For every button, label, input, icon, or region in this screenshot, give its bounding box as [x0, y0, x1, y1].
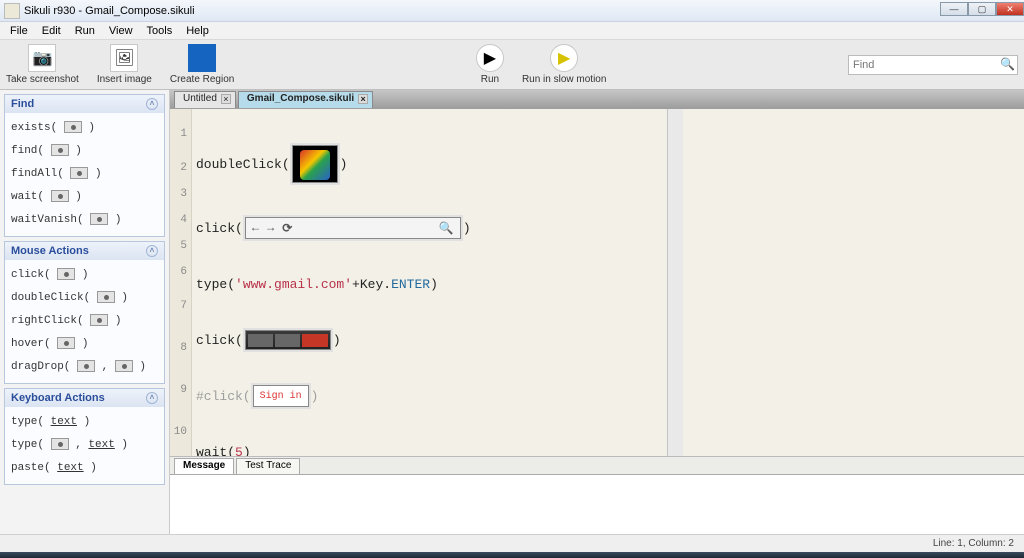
fn-waitvanish[interactable]: waitVanish( ) [11, 209, 158, 232]
app-icon [4, 3, 20, 19]
run-button[interactable]: ▶ Run [476, 44, 504, 85]
fn-type-img[interactable]: type( , text ) [11, 434, 158, 457]
pattern-thumb[interactable] [245, 330, 331, 350]
cursor-position: Line: 1, Column: 2 [933, 538, 1014, 549]
search-icon[interactable]: 🔍 [1000, 57, 1015, 71]
image-icon: 🖼 [110, 44, 138, 72]
fn-rightclick[interactable]: rightClick( ) [11, 310, 158, 333]
fn-wait[interactable]: wait( ) [11, 186, 158, 209]
panel-keyboard-title: Keyboard Actions [11, 392, 105, 404]
fn-dragdrop[interactable]: dragDrop( , ) [11, 356, 158, 379]
play-icon: ▶ [476, 44, 504, 72]
maximize-button[interactable]: ▢ [968, 2, 996, 16]
menu-tools[interactable]: Tools [141, 24, 179, 38]
panel-find: Find ˄ exists( ) find( ) findAll( ) wait(… [4, 94, 165, 237]
menu-help[interactable]: Help [180, 24, 215, 38]
panel-keyboard: Keyboard Actions ˄ type( text ) type( , t… [4, 388, 165, 485]
minimize-button[interactable]: — [940, 2, 968, 16]
menu-view[interactable]: View [103, 24, 139, 38]
take-screenshot-label: Take screenshot [6, 74, 79, 85]
fn-doubleclick[interactable]: doubleClick( ) [11, 287, 158, 310]
panel-find-title: Find [11, 98, 34, 110]
camera-icon [70, 167, 88, 179]
fn-paste[interactable]: paste( text ) [11, 457, 158, 480]
camera-icon: 📷 [28, 44, 56, 72]
fn-type[interactable]: type( text ) [11, 411, 158, 434]
menu-edit[interactable]: Edit [36, 24, 67, 38]
vertical-scrollbar[interactable] [667, 109, 683, 456]
fn-click[interactable]: click( ) [11, 264, 158, 287]
message-panel [170, 474, 1024, 534]
collapse-icon[interactable]: ˄ [146, 245, 158, 257]
code-editor[interactable]: 1 2 3 4 5 6 7 8 9 10 11 doubleClick() cl… [170, 108, 1024, 456]
camera-icon [90, 213, 108, 225]
create-region-label: Create Region [170, 74, 234, 85]
window-titlebar: Sikuli r930 - Gmail_Compose.sikuli — ▢ ✕ [0, 0, 1024, 22]
fn-exists[interactable]: exists( ) [11, 117, 158, 140]
os-taskbar [0, 552, 1024, 558]
menu-file[interactable]: File [4, 24, 34, 38]
close-button[interactable]: ✕ [996, 2, 1024, 16]
tab-gmail-compose[interactable]: Gmail_Compose.sikuli× [238, 91, 373, 108]
take-screenshot-button[interactable]: 📷 Take screenshot [6, 44, 79, 85]
close-icon[interactable]: × [221, 94, 231, 104]
region-icon [188, 44, 216, 72]
window-title: Sikuli r930 - Gmail_Compose.sikuli [24, 5, 195, 17]
fn-hover[interactable]: hover( ) [11, 333, 158, 356]
pattern-thumb[interactable] [292, 145, 338, 183]
pattern-thumb[interactable]: ←→⟳🔍 [245, 217, 461, 239]
menu-run[interactable]: Run [69, 24, 101, 38]
tabstrip: Untitled× Gmail_Compose.sikuli× [170, 90, 1024, 108]
pattern-thumb[interactable]: Sign in [253, 385, 309, 407]
search-input[interactable] [848, 55, 1018, 75]
fn-findall[interactable]: findAll( ) [11, 163, 158, 186]
run-label: Run [481, 74, 499, 85]
menubar: File Edit Run View Tools Help [0, 22, 1024, 40]
tab-untitled[interactable]: Untitled× [174, 91, 236, 108]
insert-image-button[interactable]: 🖼 Insert image [97, 44, 152, 85]
insert-image-label: Insert image [97, 74, 152, 85]
camera-icon [51, 190, 69, 202]
run-slow-button[interactable]: ▶ Run in slow motion [522, 44, 606, 85]
collapse-icon[interactable]: ˄ [146, 98, 158, 110]
tab-test-trace[interactable]: Test Trace [236, 458, 300, 474]
play-slow-icon: ▶ [550, 44, 578, 72]
fn-find[interactable]: find( ) [11, 140, 158, 163]
tab-message[interactable]: Message [174, 458, 234, 474]
run-slow-label: Run in slow motion [522, 74, 606, 85]
statusbar: Line: 1, Column: 2 [0, 534, 1024, 552]
panel-mouse-title: Mouse Actions [11, 245, 89, 257]
sidebar: Find ˄ exists( ) find( ) findAll( ) wait(… [0, 90, 170, 534]
panel-mouse: Mouse Actions ˄ click( ) doubleClick( ) r… [4, 241, 165, 384]
message-tabstrip: Message Test Trace [170, 456, 1024, 474]
collapse-icon[interactable]: ˄ [146, 392, 158, 404]
camera-icon [51, 144, 69, 156]
close-icon[interactable]: × [358, 94, 368, 104]
create-region-button[interactable]: Create Region [170, 44, 234, 85]
toolbar: 📷 Take screenshot 🖼 Insert image Create … [0, 40, 1024, 90]
line-gutter: 1 2 3 4 5 6 7 8 9 10 11 [170, 109, 192, 456]
camera-icon [64, 121, 82, 133]
